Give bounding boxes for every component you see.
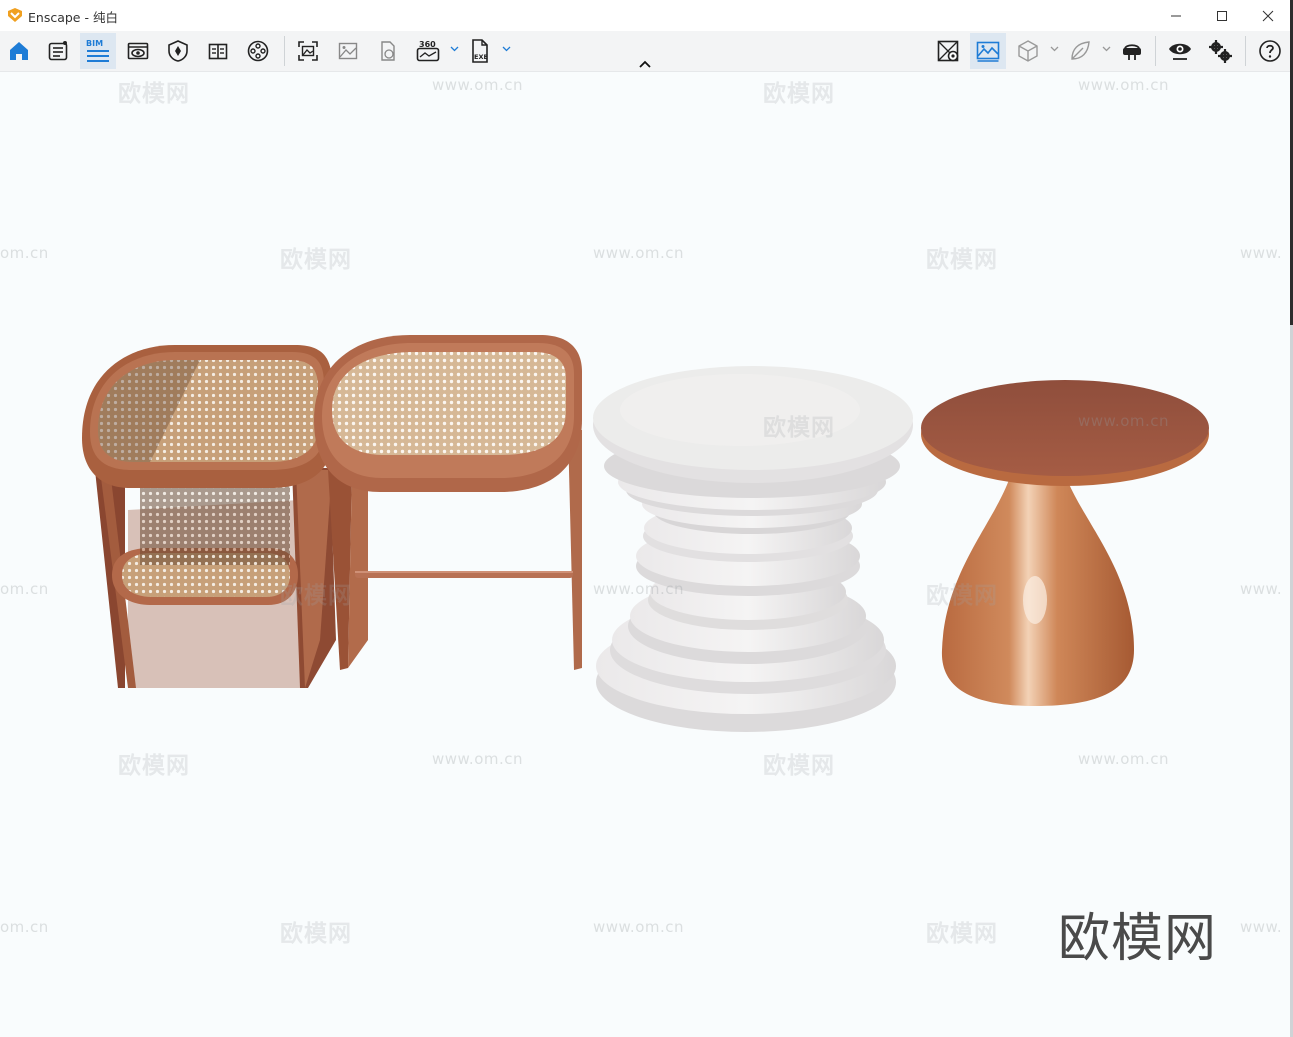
exe-badge: EXE (474, 53, 488, 61)
exe-export-button[interactable]: EXE (462, 33, 498, 69)
batch-render-button[interactable] (330, 33, 366, 69)
collapse-toolbar-icon[interactable] (636, 58, 654, 70)
enscape-window: Enscape - 纯白 BIM 360 EXE 欧模网 www.om.cn 欧… (0, 0, 1290, 1037)
chevron-down-icon (1102, 46, 1110, 52)
rattan-nesting-table-high (314, 335, 582, 670)
rattan-nesting-table-low (82, 345, 336, 688)
watermark-url: www.om.cn (1078, 750, 1170, 768)
toolbar-separator (1245, 36, 1246, 66)
enscape-logo-icon (8, 8, 22, 22)
watermark-logo: 欧模网 (118, 753, 190, 779)
watermark-url: www. (1240, 918, 1283, 936)
help-button[interactable] (1252, 33, 1288, 69)
app-name: Enscape (28, 10, 81, 25)
minimize-button[interactable] (1153, 0, 1199, 31)
leaf-dropdown[interactable] (1100, 42, 1112, 56)
main-toolbar: BIM 360 EXE (0, 31, 1290, 72)
help-icon (1259, 40, 1281, 62)
watermark-url: www.om.cn (432, 750, 524, 768)
bim-badge: BIM (86, 39, 103, 48)
screenshot-icon (298, 41, 318, 61)
watermark-url: www. (1240, 580, 1283, 598)
window-title: Enscape - 纯白 (28, 7, 118, 26)
visual-settings-button[interactable] (970, 33, 1006, 69)
title-bar[interactable]: Enscape - 纯白 (0, 0, 1290, 31)
document-name: 纯白 (92, 10, 118, 25)
gears-icon (1209, 40, 1232, 63)
chevron-down-icon (502, 46, 510, 52)
close-button[interactable] (1245, 0, 1291, 31)
vr-headset-icon (1123, 44, 1141, 60)
material-dropdown[interactable] (1048, 42, 1060, 56)
screenshot-button[interactable] (290, 33, 326, 69)
brand-logo: 欧模网 (1058, 909, 1218, 969)
film-reel-icon (247, 40, 269, 62)
home-button[interactable] (1, 33, 37, 69)
watermark-logo: 欧模网 (763, 753, 835, 779)
map-pin-icon (937, 40, 959, 62)
sync-button[interactable] (160, 33, 196, 69)
leaf-button[interactable] (1062, 33, 1098, 69)
maximize-icon (1217, 10, 1227, 21)
toolbar-separator (1155, 36, 1156, 66)
book-icon (208, 43, 228, 60)
view-settings-button[interactable] (1162, 33, 1198, 69)
render-viewport[interactable]: 欧模网 www.om.cn 欧模网 www.om.cn om.cn 欧模网 ww… (0, 72, 1290, 1037)
watermark-url: www.om.cn (593, 918, 685, 936)
eye-icon (1169, 43, 1191, 60)
watermark-logo: 欧模网 (280, 921, 352, 947)
home-icon (10, 42, 28, 60)
video-editor-button[interactable] (240, 33, 276, 69)
views-button[interactable] (120, 33, 156, 69)
bim-icon: BIM (86, 39, 109, 62)
panorama-button[interactable]: 360 (410, 33, 446, 69)
maximize-button[interactable] (1199, 0, 1245, 31)
web-export-icon (381, 41, 395, 61)
leaf-icon (1071, 41, 1090, 60)
panorama-360-icon: 360 (416, 40, 440, 62)
web-standalone-button[interactable] (370, 33, 406, 69)
watermark-url: www.om.cn (1078, 412, 1170, 430)
watermark-url: www.om.cn (593, 580, 685, 598)
sync-shield-icon (168, 40, 188, 62)
book-button[interactable] (200, 33, 236, 69)
scene-render (82, 335, 1209, 732)
image-icon (338, 42, 358, 60)
chevron-down-icon (450, 46, 458, 52)
watermark-url: om.cn (0, 580, 49, 598)
watermark-logo: 欧模网 (926, 921, 998, 947)
close-icon (1262, 10, 1274, 21)
landscape-icon (976, 41, 1000, 62)
watermark-logo: 欧模网 (926, 583, 998, 609)
material-editor-button[interactable] (1010, 33, 1046, 69)
watermark-logo: 欧模网 (763, 415, 835, 441)
vr-headset-button[interactable] (1114, 33, 1150, 69)
title-separator: - (80, 10, 93, 25)
watermark-logo: 欧模网 (280, 583, 352, 609)
toolbar-separator (284, 36, 285, 66)
cube-icon (1018, 40, 1038, 62)
eye-view-icon (127, 42, 149, 60)
asset-library-icon (48, 41, 68, 61)
watermark-url: om.cn (0, 918, 49, 936)
exe-export-icon: EXE (472, 39, 488, 63)
stacked-disc-side-table (593, 366, 913, 732)
bim-mode-button[interactable]: BIM (80, 33, 116, 69)
collaborative-annotation-button[interactable] (930, 33, 966, 69)
minimize-icon (1171, 15, 1181, 16)
chevron-down-icon (1050, 46, 1058, 52)
pano-badge: 360 (419, 40, 436, 49)
settings-button[interactable] (1202, 33, 1238, 69)
exe-dropdown[interactable] (500, 42, 512, 56)
asset-library-button[interactable] (40, 33, 76, 69)
panorama-dropdown[interactable] (448, 42, 460, 56)
